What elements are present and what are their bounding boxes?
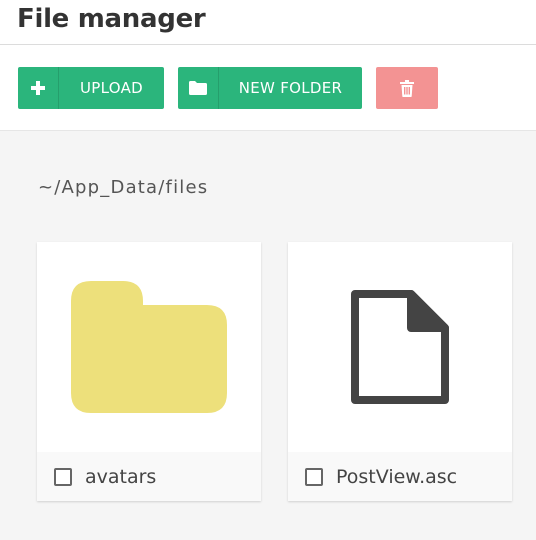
upload-button-label: UPLOAD: [79, 79, 143, 97]
folder-icon: [71, 281, 227, 413]
file-card-footer: avatars: [37, 452, 261, 501]
file-card-postview[interactable]: PostView.asc: [288, 242, 512, 501]
upload-button[interactable]: UPLOAD: [18, 67, 164, 109]
file-card-avatars[interactable]: avatars: [37, 242, 261, 501]
file-thumbnail[interactable]: [288, 242, 512, 452]
file-card-footer: PostView.asc: [288, 452, 512, 501]
file-name: avatars: [85, 465, 157, 488]
document-icon: [351, 290, 449, 404]
select-checkbox[interactable]: [305, 467, 323, 486]
delete-button[interactable]: [376, 67, 438, 109]
new-folder-button[interactable]: NEW FOLDER: [178, 67, 362, 109]
current-path: ~/App_Data/files: [38, 177, 209, 198]
new-folder-button-label: NEW FOLDER: [238, 79, 343, 97]
select-checkbox[interactable]: [54, 467, 72, 486]
page-header: File manager: [0, 0, 536, 45]
trash-icon: [400, 79, 414, 97]
file-thumbnail[interactable]: [37, 242, 261, 452]
folder-icon: [178, 67, 219, 109]
file-browser: ~/App_Data/files avatars PostView.asc: [0, 131, 536, 540]
plus-icon: [18, 67, 59, 109]
file-name: PostView.asc: [336, 465, 458, 488]
toolbar: UPLOAD NEW FOLDER: [0, 46, 536, 131]
page-title: File manager: [17, 4, 206, 34]
